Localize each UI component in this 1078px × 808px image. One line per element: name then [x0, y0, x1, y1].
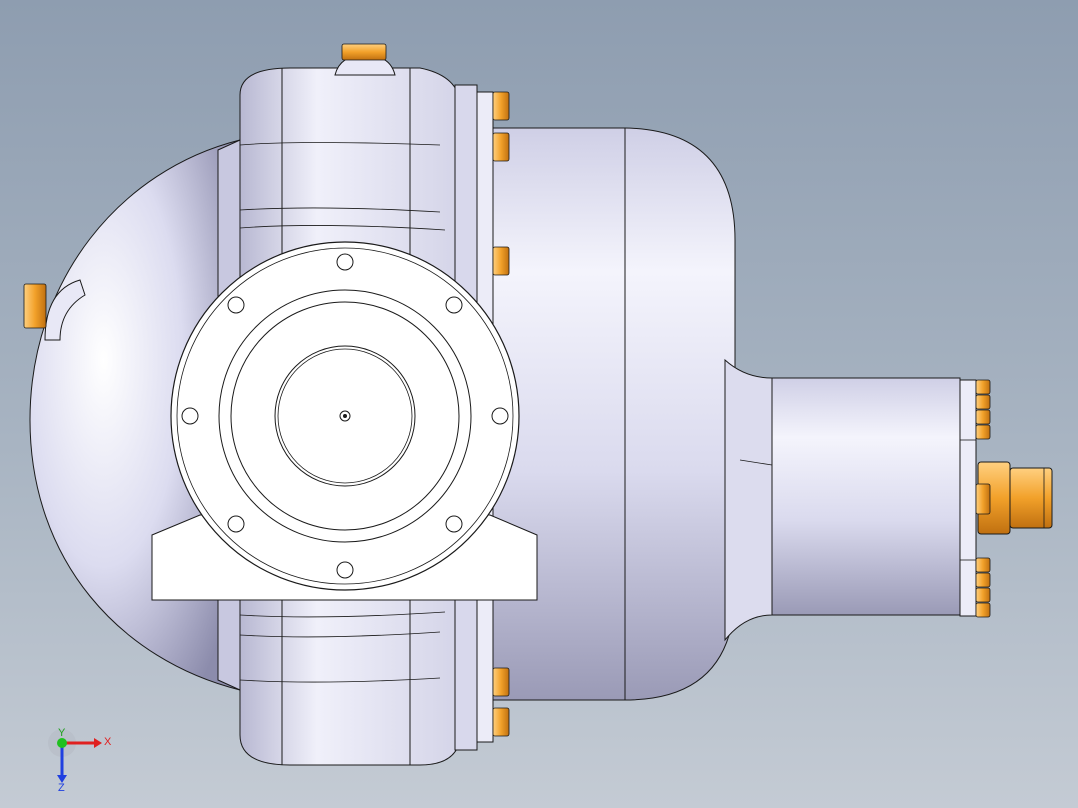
bolt-head	[341, 43, 387, 61]
bolt-head	[975, 379, 991, 395]
output-flange	[959, 379, 977, 617]
output-neck	[724, 358, 773, 642]
bolt-head	[975, 394, 991, 410]
flange-bolt-hole	[445, 296, 463, 314]
bolt-head	[492, 132, 510, 162]
bolt-head	[975, 424, 991, 440]
main-cylinder	[492, 127, 736, 701]
flange-bolt-hole	[227, 296, 245, 314]
bolt-head	[492, 246, 510, 276]
bolt-head	[492, 667, 510, 697]
flange-bolt-hole	[227, 515, 245, 533]
z-axis-label: Z	[58, 782, 65, 794]
output-cylinder	[771, 377, 961, 616]
bolt-head	[975, 557, 991, 573]
bolt-head	[975, 587, 991, 603]
front-flange	[170, 241, 520, 591]
flange-bolt-hole	[445, 515, 463, 533]
coordinate-triad: X Y Z	[48, 727, 112, 794]
bolt-head	[492, 91, 510, 121]
bolt-head	[975, 483, 991, 515]
graphics-viewport[interactable]: X Y Z	[0, 0, 1078, 808]
flange-bolt-hole	[181, 407, 199, 425]
output-shaft	[1009, 467, 1053, 529]
y-axis-dot	[57, 738, 67, 748]
bolt-head	[975, 572, 991, 588]
cad-model[interactable]	[0, 0, 1078, 808]
y-axis-label: Y	[58, 727, 66, 739]
bolt-head	[975, 409, 991, 425]
flange-bolt-hole	[336, 253, 354, 271]
flange-bolt-hole	[491, 407, 509, 425]
bolt-head	[492, 707, 510, 737]
bolt-head	[23, 283, 47, 329]
x-axis-label: X	[104, 736, 112, 748]
flange-bolt-hole	[336, 561, 354, 579]
bolt-head	[975, 602, 991, 618]
